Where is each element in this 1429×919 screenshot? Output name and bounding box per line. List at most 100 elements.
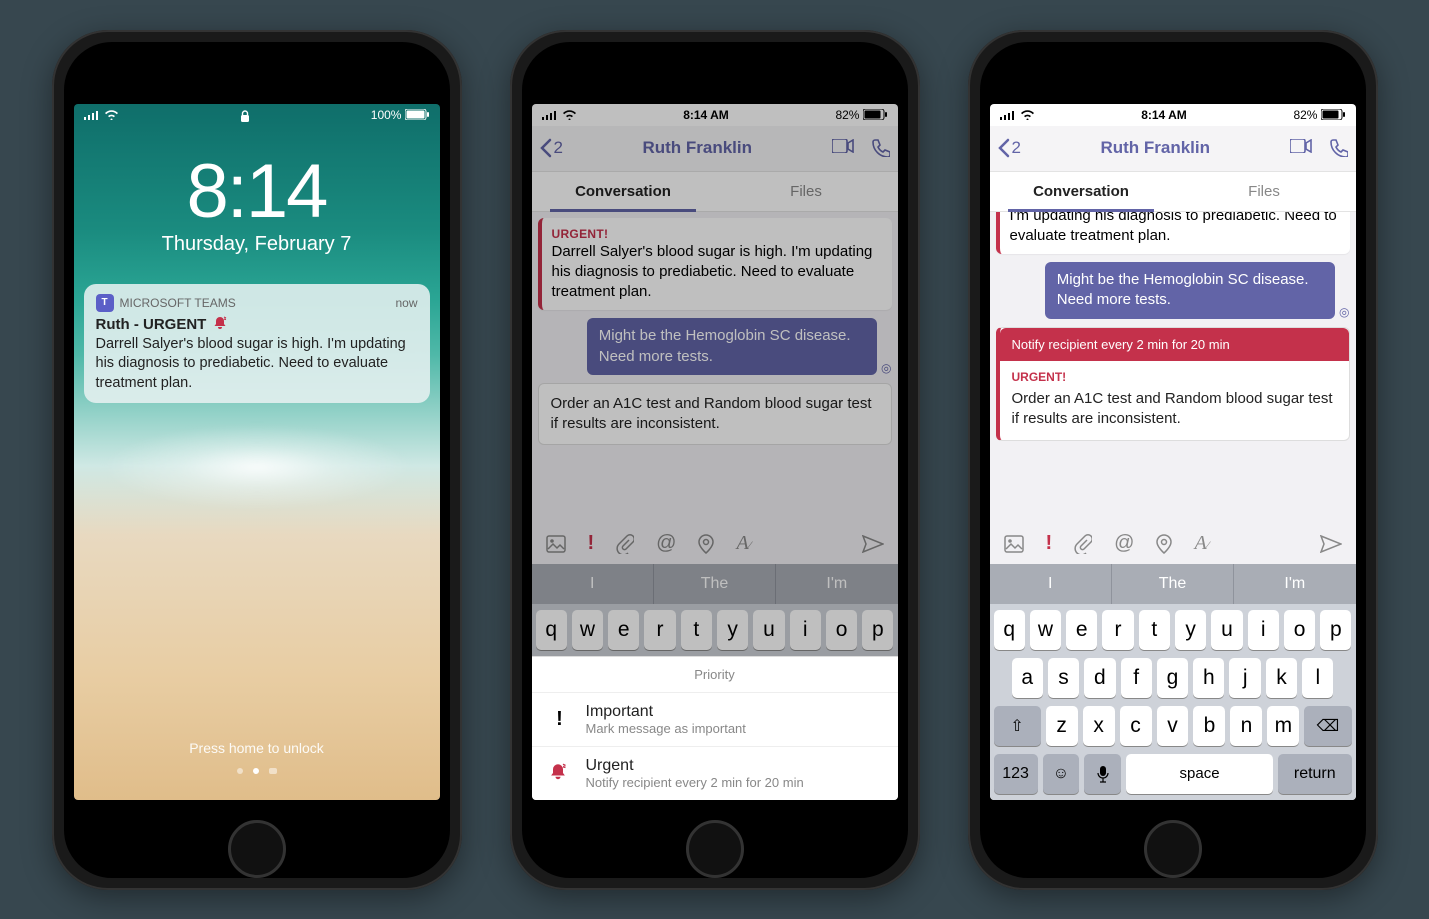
kb-row-3: ⇧ zxcvbnm ⌫ — [994, 706, 1352, 746]
format-icon[interactable]: A⁄ — [1194, 532, 1208, 555]
video-call-icon[interactable] — [832, 139, 854, 157]
key-mic[interactable] — [1084, 754, 1121, 794]
key-l[interactable]: l — [1302, 658, 1333, 698]
key-t[interactable]: t — [1139, 610, 1170, 650]
key-u[interactable]: u — [1211, 610, 1242, 650]
conversation-area[interactable]: URGENT! Darrell Salyer's blood sugar is … — [532, 212, 898, 524]
video-call-icon[interactable] — [1290, 139, 1312, 157]
attach-icon[interactable] — [616, 534, 634, 554]
incoming-urgent-message[interactable]: I'm updating his diagnosis to prediabeti… — [996, 212, 1350, 255]
key-123[interactable]: 123 — [994, 754, 1038, 794]
compose-toolbar: ! @ A⁄ — [532, 524, 898, 564]
suggestion-2[interactable]: The — [1112, 564, 1234, 604]
wifi-icon — [1020, 109, 1035, 120]
key-s[interactable]: s — [1048, 658, 1079, 698]
mention-icon[interactable]: @ — [1114, 532, 1134, 555]
outgoing-message[interactable]: Might be the Hemoglobin SC disease. Need… — [587, 318, 877, 375]
back-button[interactable]: 2 — [998, 138, 1021, 158]
key-u[interactable]: u — [753, 610, 784, 650]
format-icon[interactable]: A⁄ — [736, 532, 750, 555]
image-icon[interactable] — [546, 535, 566, 553]
location-icon[interactable] — [698, 534, 714, 554]
keyboard: qwertyuiop asdfghjkl ⇧ zxcvbnm ⌫ 123 ☺ s… — [990, 604, 1356, 800]
key-e[interactable]: e — [608, 610, 639, 650]
home-button[interactable] — [228, 820, 286, 878]
key-o[interactable]: o — [1284, 610, 1315, 650]
attach-icon[interactable] — [1074, 534, 1092, 554]
key-f[interactable]: f — [1121, 658, 1152, 698]
key-i[interactable]: i — [790, 610, 821, 650]
conversation-area[interactable]: I'm updating his diagnosis to prediabeti… — [990, 212, 1356, 524]
kb-row-4: 123 ☺ space return — [994, 754, 1352, 794]
tab-conversation[interactable]: Conversation — [532, 172, 715, 211]
important-label: Important — [586, 703, 746, 721]
key-j[interactable]: j — [1229, 658, 1260, 698]
key-q[interactable]: q — [994, 610, 1025, 650]
key-return[interactable]: return — [1278, 754, 1351, 794]
key-d[interactable]: d — [1084, 658, 1115, 698]
tab-files[interactable]: Files — [1173, 172, 1356, 211]
key-a[interactable]: a — [1012, 658, 1043, 698]
audio-call-icon[interactable] — [872, 139, 890, 157]
key-k[interactable]: k — [1266, 658, 1297, 698]
suggestion-3[interactable]: I'm — [1234, 564, 1355, 604]
key-m[interactable]: m — [1267, 706, 1299, 746]
read-receipt-icon: ◎ — [881, 361, 891, 375]
priority-important[interactable]: ! Important Mark message as important — [532, 692, 898, 746]
key-delete[interactable]: ⌫ — [1304, 706, 1351, 746]
key-x[interactable]: x — [1083, 706, 1115, 746]
send-icon[interactable] — [1320, 535, 1342, 553]
key-r[interactable]: r — [1102, 610, 1133, 650]
key-g[interactable]: g — [1157, 658, 1188, 698]
suggestion-3[interactable]: I'm — [776, 564, 897, 604]
key-z[interactable]: z — [1046, 706, 1078, 746]
urgent-tag: URGENT! — [1012, 369, 1337, 385]
key-w[interactable]: w — [572, 610, 603, 650]
key-p[interactable]: p — [862, 610, 893, 650]
key-n[interactable]: n — [1230, 706, 1262, 746]
urgent-desc: Notify recipient every 2 min for 20 min — [586, 775, 804, 790]
key-o[interactable]: o — [826, 610, 857, 650]
priority-icon[interactable]: ! — [588, 532, 595, 555]
key-t[interactable]: t — [681, 610, 712, 650]
compose-box-urgent[interactable]: Notify recipient every 2 min for 20 min … — [996, 327, 1350, 441]
mention-icon[interactable]: @ — [656, 532, 676, 555]
location-icon[interactable] — [1156, 534, 1172, 554]
priority-icon[interactable]: ! — [1046, 532, 1053, 555]
key-w[interactable]: w — [1030, 610, 1061, 650]
key-emoji[interactable]: ☺ — [1043, 754, 1080, 794]
key-q[interactable]: q — [536, 610, 567, 650]
key-e[interactable]: e — [1066, 610, 1097, 650]
key-shift[interactable]: ⇧ — [994, 706, 1041, 746]
key-i[interactable]: i — [1248, 610, 1279, 650]
tabs: Conversation Files — [532, 172, 898, 212]
compose-box[interactable]: Order an A1C test and Random blood sugar… — [538, 383, 892, 446]
tab-conversation[interactable]: Conversation — [990, 172, 1173, 211]
outgoing-message[interactable]: Might be the Hemoglobin SC disease. Need… — [1045, 262, 1335, 319]
tab-files[interactable]: Files — [715, 172, 898, 211]
home-button[interactable] — [686, 820, 744, 878]
image-icon[interactable] — [1004, 535, 1024, 553]
suggestion-1[interactable]: I — [532, 564, 654, 604]
suggestion-1[interactable]: I — [990, 564, 1112, 604]
key-r[interactable]: r — [644, 610, 675, 650]
key-y[interactable]: y — [717, 610, 748, 650]
incoming-urgent-message[interactable]: URGENT! Darrell Salyer's blood sugar is … — [538, 218, 892, 311]
key-space[interactable]: space — [1126, 754, 1273, 794]
home-button[interactable] — [1144, 820, 1202, 878]
audio-call-icon[interactable] — [1330, 139, 1348, 157]
suggestion-2[interactable]: The — [654, 564, 776, 604]
battery-icon — [405, 109, 429, 120]
key-y[interactable]: y — [1175, 610, 1206, 650]
key-h[interactable]: h — [1193, 658, 1224, 698]
key-c[interactable]: c — [1120, 706, 1152, 746]
send-icon[interactable] — [862, 535, 884, 553]
keyboard-suggestions: I The I'm — [990, 564, 1356, 604]
priority-urgent[interactable]: Urgent Notify recipient every 2 min for … — [532, 746, 898, 800]
key-p[interactable]: p — [1320, 610, 1351, 650]
notification-card[interactable]: T MICROSOFT TEAMS now Ruth - URGENT Darr… — [84, 284, 430, 404]
back-button[interactable]: 2 — [540, 138, 563, 158]
key-b[interactable]: b — [1193, 706, 1225, 746]
key-v[interactable]: v — [1157, 706, 1189, 746]
outgoing-text: Might be the Hemoglobin SC disease. Need… — [1057, 271, 1309, 308]
